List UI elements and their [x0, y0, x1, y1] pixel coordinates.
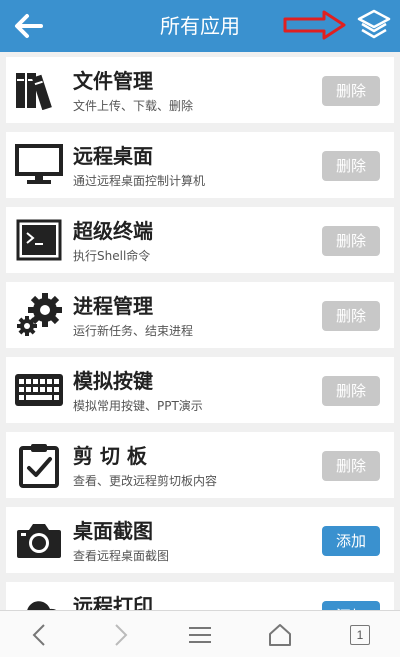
app-item-key-simulation[interactable]: 模拟按键 模拟常用按键、PPT演示 删除 [6, 357, 394, 423]
app-desc: 执行Shell命令 [73, 249, 151, 263]
app-desc: 模拟常用按键、PPT演示 [73, 399, 203, 413]
menu-icon [189, 627, 211, 643]
app-name: 文件管理 [73, 69, 153, 93]
delete-button[interactable]: 删除 [322, 226, 380, 256]
app-name: 桌面截图 [73, 519, 153, 543]
red-arrow-annotation [283, 10, 346, 40]
menu-button[interactable] [180, 619, 220, 651]
app-item-file-manager[interactable]: 文件管理 文件上传、下载、删除 删除 [6, 57, 394, 123]
nav-forward-button[interactable] [100, 619, 140, 651]
chevron-left-icon [32, 624, 45, 646]
app-desc: 查看、更改远程剪切板内容 [73, 474, 218, 488]
delete-button[interactable]: 删除 [322, 151, 380, 181]
delete-button[interactable]: 删除 [322, 451, 380, 481]
tab-count-badge: 1 [350, 625, 370, 645]
delete-button[interactable]: 删除 [322, 376, 380, 406]
add-button[interactable]: 添加 [322, 601, 380, 610]
add-button[interactable]: 添加 [322, 526, 380, 556]
app-item-screenshot[interactable]: 桌面截图 查看远程桌面截图 添加 [6, 507, 394, 573]
monitor-icon [14, 142, 64, 188]
app-name: 远程桌面 [73, 144, 153, 168]
books-icon [14, 67, 64, 113]
terminal-icon [14, 217, 64, 263]
delete-button[interactable]: 删除 [322, 301, 380, 331]
home-button[interactable] [260, 619, 300, 651]
app-name: 远程打印 [73, 594, 153, 610]
app-header: 所有应用 [0, 0, 400, 52]
app-name: 超级终端 [73, 219, 153, 243]
app-desc: 运行新任务、结束进程 [73, 324, 194, 338]
keyboard-icon [14, 367, 64, 413]
app-item-clipboard[interactable]: 剪 切 板 查看、更改远程剪切板内容 删除 [6, 432, 394, 498]
layers-button[interactable] [354, 6, 394, 46]
camera-icon [14, 517, 64, 563]
app-item-remote-print[interactable]: 远程打印 添加 [6, 582, 394, 610]
app-desc: 查看远程桌面截图 [73, 549, 170, 563]
gears-icon [14, 292, 64, 338]
home-icon [269, 624, 291, 646]
app-item-terminal[interactable]: 超级终端 执行Shell命令 删除 [6, 207, 394, 273]
browser-bottom-bar: 1 [0, 610, 400, 657]
layers-icon [357, 9, 391, 39]
clipboard-icon [14, 442, 64, 488]
app-list: 文件管理 文件上传、下载、删除 删除 远程桌面 通过远程桌面控制计算机 删除 超… [0, 52, 400, 610]
app-item-remote-desktop[interactable]: 远程桌面 通过远程桌面控制计算机 删除 [6, 132, 394, 198]
app-name: 剪 切 板 [73, 444, 147, 468]
app-name: 模拟按键 [73, 369, 153, 393]
app-item-process-manager[interactable]: 进程管理 运行新任务、结束进程 删除 [6, 282, 394, 348]
app-desc: 文件上传、下载、删除 [73, 99, 194, 113]
tabs-button[interactable]: 1 [340, 619, 380, 651]
cloud-icon [14, 592, 64, 610]
chevron-right-icon [115, 624, 128, 646]
app-name: 进程管理 [73, 294, 153, 318]
nav-back-button[interactable] [20, 619, 60, 651]
app-desc: 通过远程桌面控制计算机 [73, 174, 206, 188]
delete-button[interactable]: 删除 [322, 76, 380, 106]
